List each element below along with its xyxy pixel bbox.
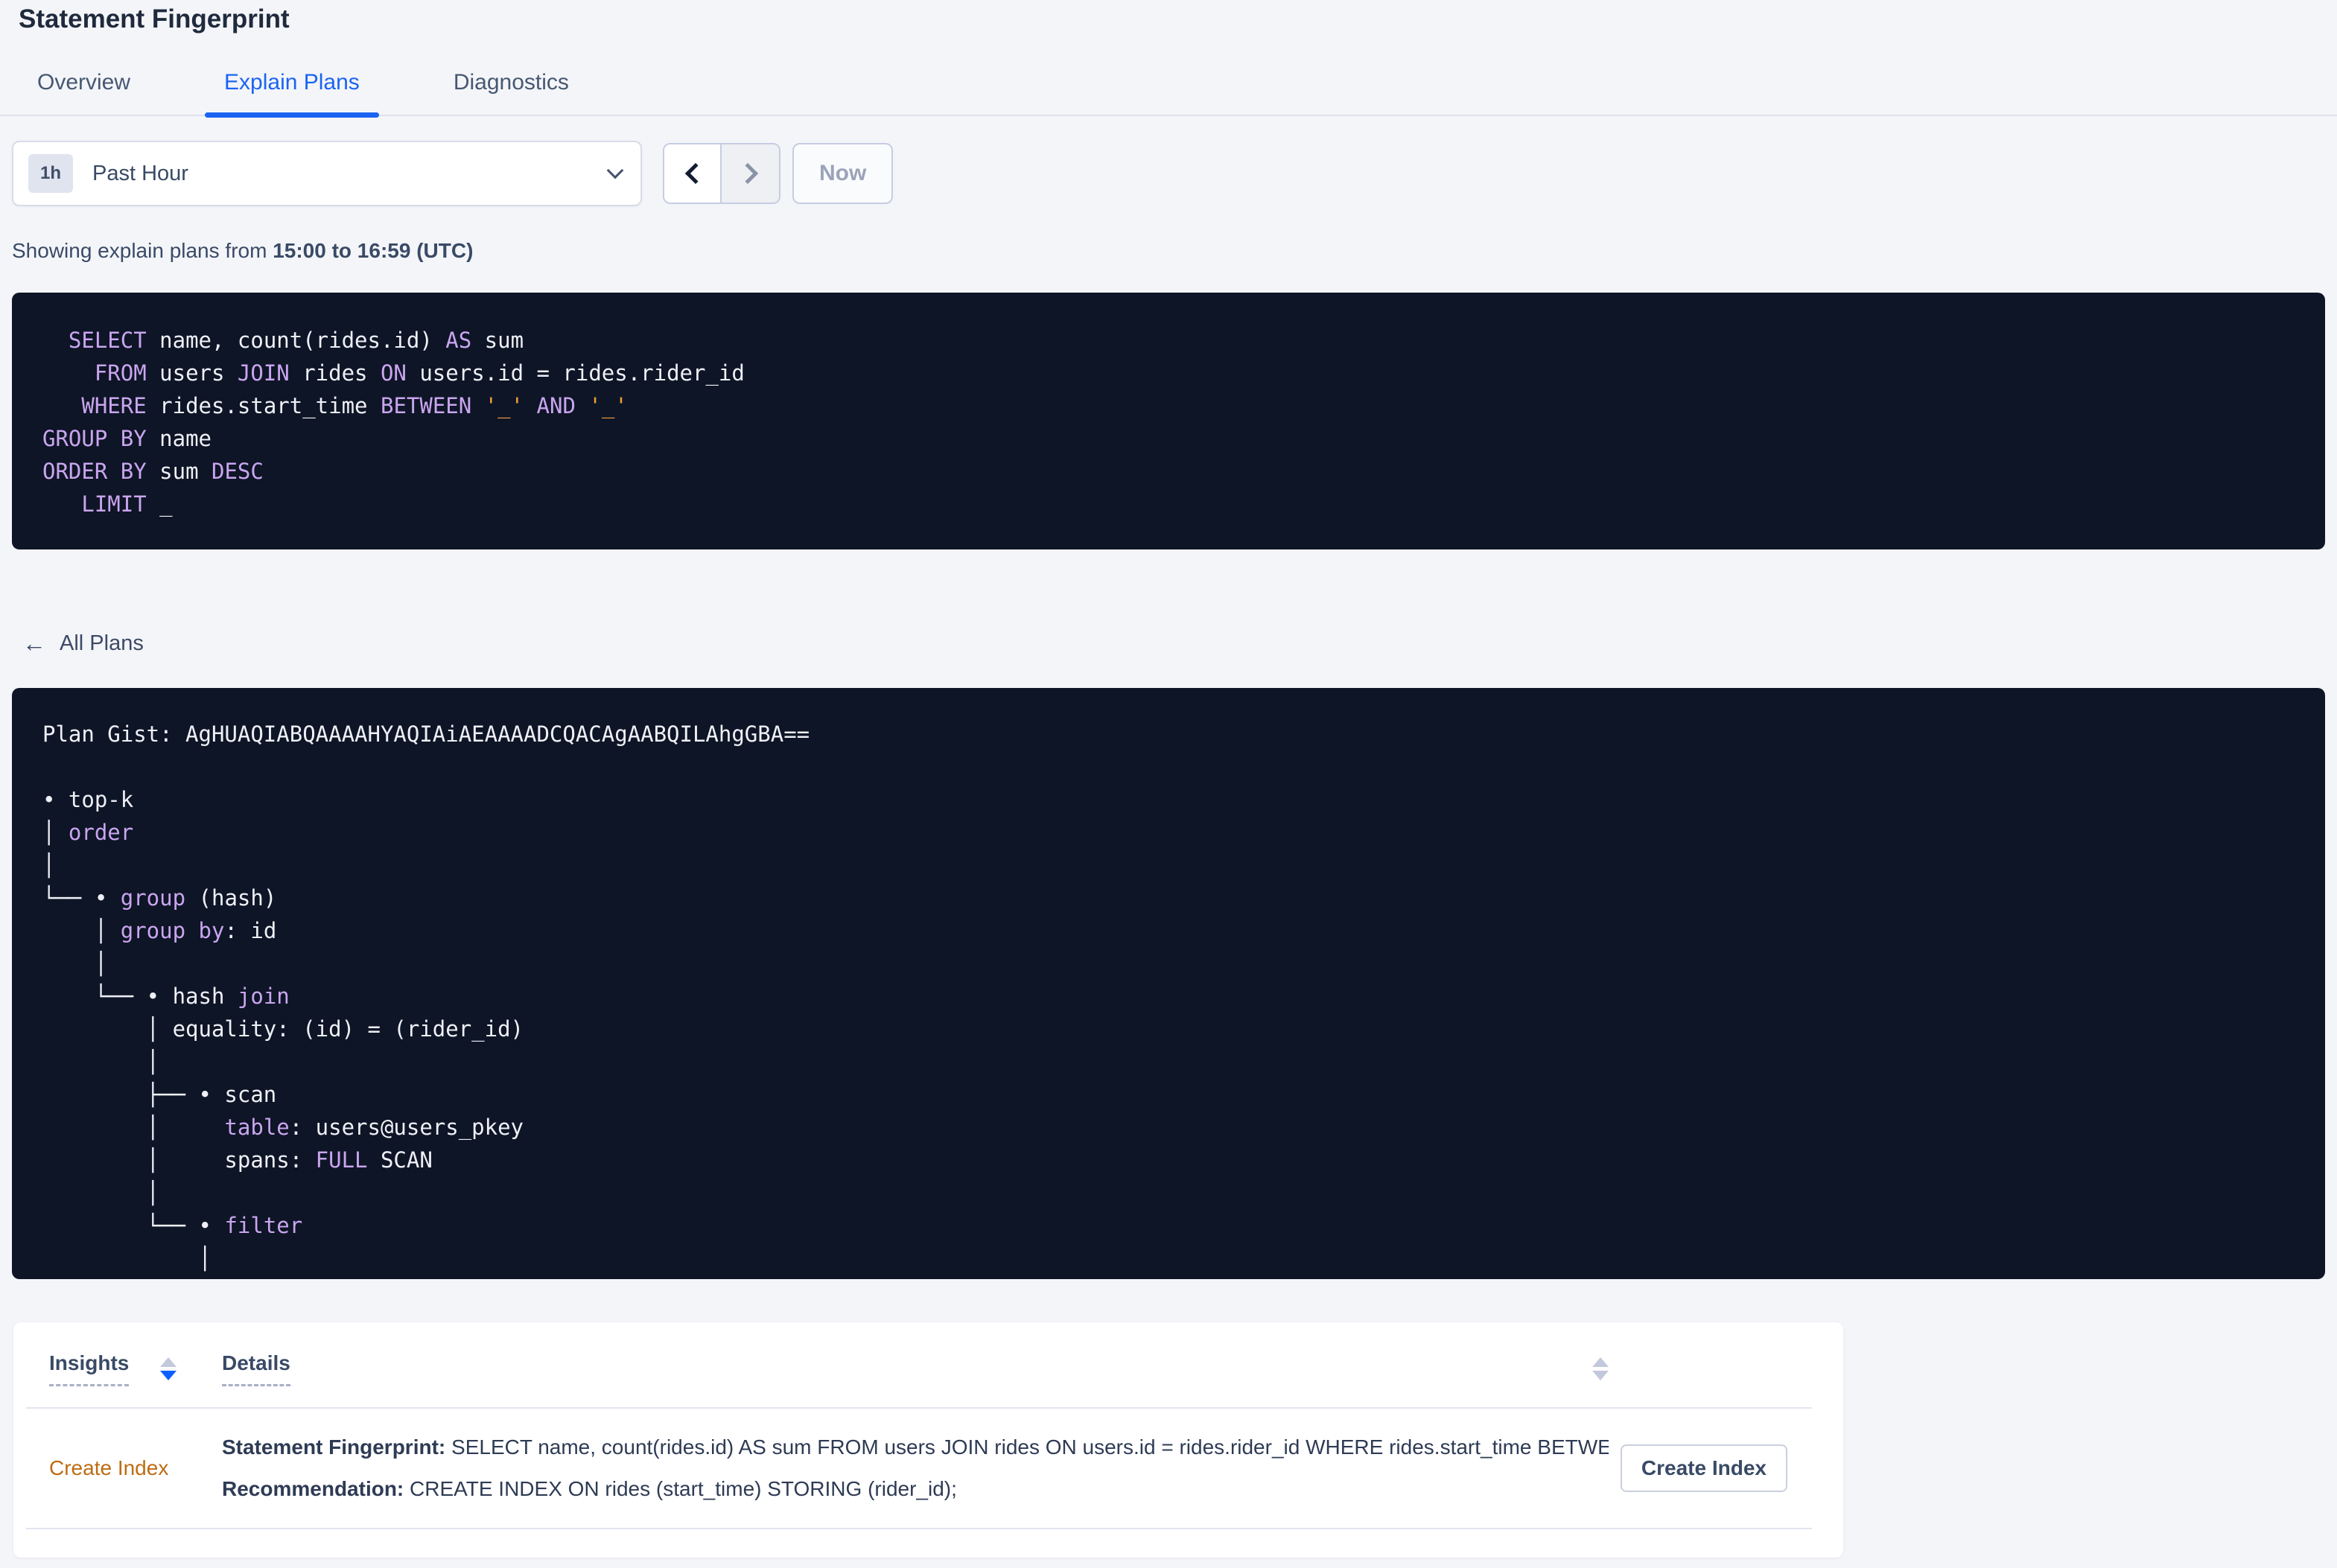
- tab-overview[interactable]: Overview: [18, 70, 150, 115]
- action-cell: Create Index: [1609, 1444, 1787, 1492]
- insights-column-header[interactable]: Insights: [49, 1351, 222, 1386]
- sql-statement-panel: SELECT name, count(rides.id) AS sum FROM…: [12, 293, 2325, 549]
- now-button[interactable]: Now: [792, 143, 894, 204]
- showing-prefix: Showing explain plans from: [12, 239, 273, 262]
- time-step-buttons: [663, 143, 780, 204]
- all-plans-link[interactable]: ← All Plans: [22, 630, 144, 657]
- chevron-right-icon: [737, 162, 758, 185]
- insights-column-label: Insights: [49, 1351, 130, 1386]
- chevron-down-icon: [606, 162, 624, 179]
- recommendation-label: Recommendation:: [222, 1477, 404, 1500]
- details-cell: Statement Fingerprint: SELECT name, coun…: [222, 1435, 1609, 1501]
- insights-table: Insights Details Create Index Statement …: [13, 1322, 1843, 1558]
- recommendation-text: CREATE INDEX ON rides (start_time) STORI…: [404, 1477, 957, 1500]
- sort-icon-insights[interactable]: [160, 1357, 177, 1380]
- next-interval-button[interactable]: [722, 144, 779, 203]
- plan-gist-panel: Plan Gist: AgHUAQIABQAAAAHYAQIAiAEAAAADC…: [12, 688, 2325, 1279]
- sort-icon-details[interactable]: [1592, 1357, 1609, 1380]
- statement-fingerprint-label: Statement Fingerprint:: [222, 1435, 446, 1459]
- time-controls: 1h Past Hour Now: [12, 141, 2325, 206]
- tab-bar: Overview Explain Plans Diagnostics: [0, 63, 2337, 118]
- details-column-label: Details: [222, 1351, 290, 1386]
- table-row: Create Index Statement Fingerprint: SELE…: [13, 1409, 1843, 1528]
- all-plans-label: All Plans: [60, 631, 144, 655]
- showing-range-bold: 15:00 to 16:59 (UTC): [273, 239, 474, 262]
- time-range-select[interactable]: 1h Past Hour: [12, 141, 642, 206]
- statement-fingerprint-text: SELECT name, count(rides.id) AS sum FROM…: [445, 1435, 1609, 1459]
- arrow-left-icon: ←: [22, 630, 46, 657]
- time-range-label: Past Hour: [92, 161, 188, 185]
- tab-explain-plans[interactable]: Explain Plans: [205, 70, 379, 118]
- details-column-header[interactable]: Details: [222, 1351, 1609, 1386]
- chevron-left-icon: [684, 162, 706, 185]
- create-index-link[interactable]: Create Index: [49, 1456, 168, 1479]
- time-range-badge: 1h: [28, 154, 74, 193]
- table-divider-bottom: [26, 1528, 1812, 1529]
- tab-diagnostics[interactable]: Diagnostics: [434, 70, 588, 115]
- insights-table-header: Insights Details: [13, 1322, 1843, 1407]
- insight-cell: Create Index: [49, 1456, 222, 1480]
- page-title: Statement Fingerprint: [19, 4, 290, 34]
- statement-fingerprint-line: Statement Fingerprint: SELECT name, coun…: [222, 1435, 1609, 1459]
- recommendation-line: Recommendation: CREATE INDEX ON rides (s…: [222, 1477, 1609, 1501]
- previous-interval-button[interactable]: [664, 144, 722, 203]
- showing-range-text: Showing explain plans from 15:00 to 16:5…: [12, 239, 2325, 263]
- create-index-button[interactable]: Create Index: [1620, 1444, 1787, 1492]
